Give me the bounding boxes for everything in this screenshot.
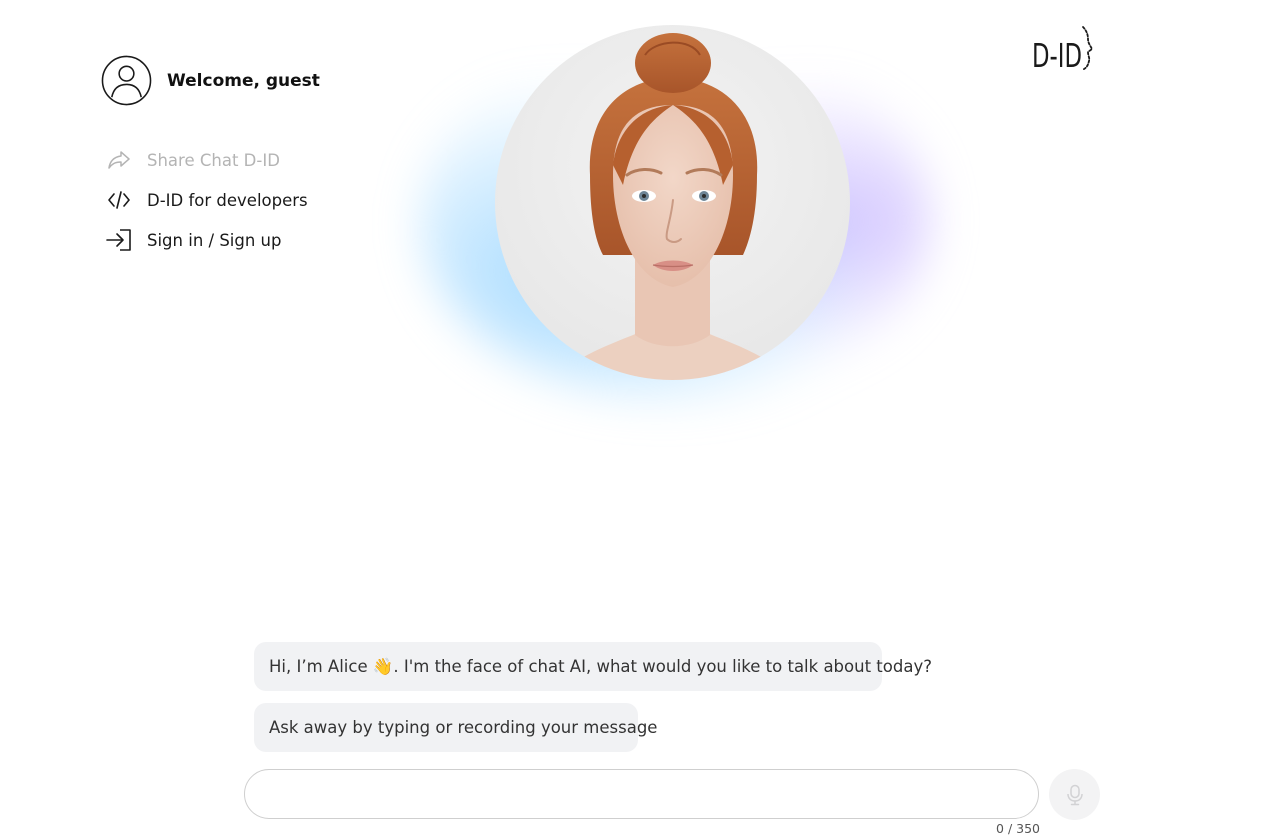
sign-in-button[interactable]: Sign in / Sign up: [105, 220, 345, 260]
alice-portrait-image: [555, 33, 790, 380]
sign-in-icon: [105, 228, 133, 252]
welcome-text: Welcome, guest: [167, 70, 320, 91]
d-id-logo: D-ID: [1032, 26, 1094, 75]
share-chat-button[interactable]: Share Chat D-ID: [105, 140, 345, 180]
chat-page: Welcome, guest Share Chat D-ID D-ID for …: [0, 0, 1280, 840]
user-circle-icon[interactable]: [101, 55, 152, 106]
microphone-icon: [1066, 784, 1083, 805]
sidebar-menu: Share Chat D-ID D-ID for developers Sign…: [105, 140, 345, 260]
assistant-message: Hi, I’m Alice 👋. I'm the face of chat AI…: [254, 642, 932, 691]
code-icon: [105, 188, 133, 212]
user-greeting: Welcome, guest: [101, 55, 320, 106]
alice-avatar: [495, 25, 850, 380]
share-chat-label: Share Chat D-ID: [147, 150, 280, 170]
developers-link[interactable]: D-ID for developers: [105, 180, 345, 220]
assistant-message: Ask away by typing or recording your mes…: [254, 703, 657, 752]
sign-in-label: Sign in / Sign up: [147, 230, 282, 250]
share-arrow-icon: [105, 148, 133, 172]
message-composer: [244, 769, 1039, 819]
record-button[interactable]: [1049, 769, 1100, 820]
character-counter: 0 / 350: [996, 821, 1040, 836]
logo-text: D-ID: [1032, 36, 1082, 75]
message-input[interactable]: [245, 770, 1038, 818]
developers-label: D-ID for developers: [147, 190, 308, 210]
